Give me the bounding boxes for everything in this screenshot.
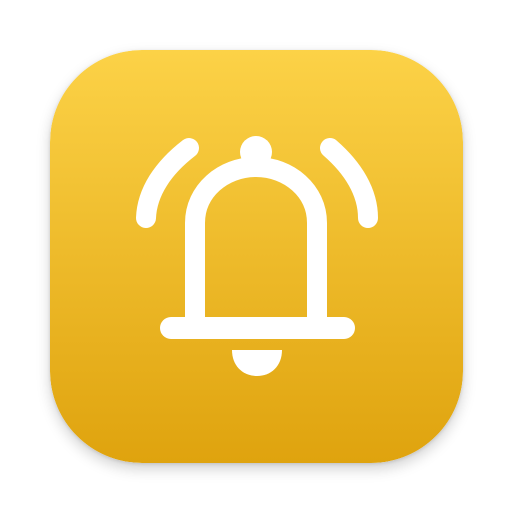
- bell-app-icon-graphic: [50, 50, 463, 463]
- icon-background: [50, 50, 463, 463]
- icon-canvas: [0, 0, 512, 512]
- bell-app-icon[interactable]: [50, 50, 463, 463]
